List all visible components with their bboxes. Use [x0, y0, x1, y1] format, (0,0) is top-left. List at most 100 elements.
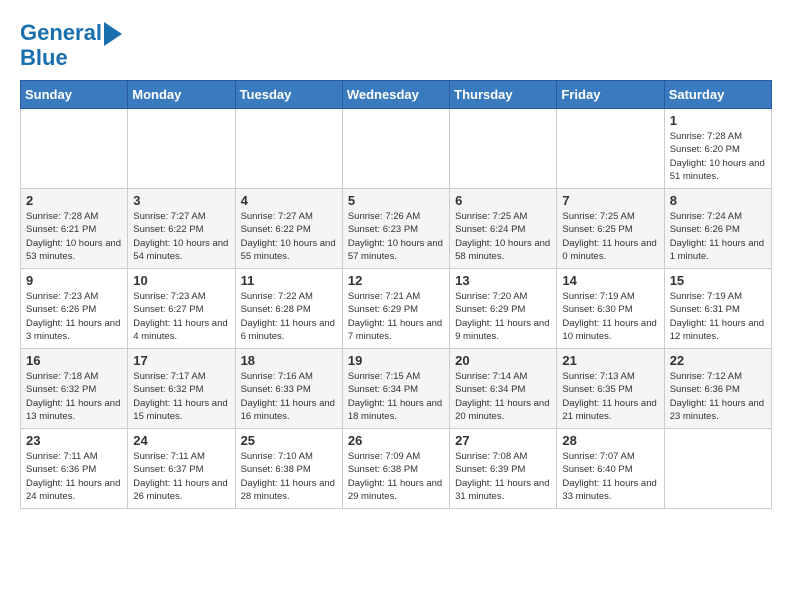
day-number: 10: [133, 273, 229, 288]
calendar-cell: 24 Sunrise: 7:11 AM Sunset: 6:37 PM Dayli…: [128, 429, 235, 509]
calendar-cell: 4 Sunrise: 7:27 AM Sunset: 6:22 PM Daylig…: [235, 189, 342, 269]
logo-text-blue: Blue: [20, 46, 68, 70]
cell-info: Sunrise: 7:27 AM Sunset: 6:22 PM Dayligh…: [241, 210, 337, 263]
calendar-cell: 12 Sunrise: 7:21 AM Sunset: 6:29 PM Dayli…: [342, 269, 449, 349]
calendar-week-row: 2 Sunrise: 7:28 AM Sunset: 6:21 PM Daylig…: [21, 189, 772, 269]
cell-info: Sunrise: 7:26 AM Sunset: 6:23 PM Dayligh…: [348, 210, 444, 263]
cell-info: Sunrise: 7:19 AM Sunset: 6:31 PM Dayligh…: [670, 290, 766, 343]
col-header-thursday: Thursday: [450, 81, 557, 109]
calendar-cell: 26 Sunrise: 7:09 AM Sunset: 6:38 PM Dayli…: [342, 429, 449, 509]
day-number: 18: [241, 353, 337, 368]
calendar-cell: 11 Sunrise: 7:22 AM Sunset: 6:28 PM Dayli…: [235, 269, 342, 349]
calendar-cell: [235, 109, 342, 189]
calendar-week-row: 9 Sunrise: 7:23 AM Sunset: 6:26 PM Daylig…: [21, 269, 772, 349]
calendar-cell: 28 Sunrise: 7:07 AM Sunset: 6:40 PM Dayli…: [557, 429, 664, 509]
day-number: 2: [26, 193, 122, 208]
calendar-cell: 23 Sunrise: 7:11 AM Sunset: 6:36 PM Dayli…: [21, 429, 128, 509]
calendar-week-row: 1 Sunrise: 7:28 AM Sunset: 6:20 PM Daylig…: [21, 109, 772, 189]
day-number: 15: [670, 273, 766, 288]
calendar-cell: 18 Sunrise: 7:16 AM Sunset: 6:33 PM Dayli…: [235, 349, 342, 429]
cell-info: Sunrise: 7:11 AM Sunset: 6:36 PM Dayligh…: [26, 450, 122, 503]
calendar-cell: 16 Sunrise: 7:18 AM Sunset: 6:32 PM Dayli…: [21, 349, 128, 429]
calendar-cell: 15 Sunrise: 7:19 AM Sunset: 6:31 PM Dayli…: [664, 269, 771, 349]
day-number: 6: [455, 193, 551, 208]
calendar-week-row: 23 Sunrise: 7:11 AM Sunset: 6:36 PM Dayli…: [21, 429, 772, 509]
calendar-cell: [21, 109, 128, 189]
day-number: 23: [26, 433, 122, 448]
cell-info: Sunrise: 7:19 AM Sunset: 6:30 PM Dayligh…: [562, 290, 658, 343]
calendar-cell: 19 Sunrise: 7:15 AM Sunset: 6:34 PM Dayli…: [342, 349, 449, 429]
day-number: 13: [455, 273, 551, 288]
calendar-cell: 3 Sunrise: 7:27 AM Sunset: 6:22 PM Daylig…: [128, 189, 235, 269]
cell-info: Sunrise: 7:09 AM Sunset: 6:38 PM Dayligh…: [348, 450, 444, 503]
cell-info: Sunrise: 7:27 AM Sunset: 6:22 PM Dayligh…: [133, 210, 229, 263]
day-number: 3: [133, 193, 229, 208]
calendar-header-row: SundayMondayTuesdayWednesdayThursdayFrid…: [21, 81, 772, 109]
cell-info: Sunrise: 7:14 AM Sunset: 6:34 PM Dayligh…: [455, 370, 551, 423]
calendar-cell: [664, 429, 771, 509]
col-header-monday: Monday: [128, 81, 235, 109]
day-number: 11: [241, 273, 337, 288]
day-number: 21: [562, 353, 658, 368]
day-number: 22: [670, 353, 766, 368]
day-number: 8: [670, 193, 766, 208]
day-number: 9: [26, 273, 122, 288]
logo: General Blue: [20, 20, 122, 70]
day-number: 12: [348, 273, 444, 288]
cell-info: Sunrise: 7:25 AM Sunset: 6:25 PM Dayligh…: [562, 210, 658, 263]
cell-info: Sunrise: 7:16 AM Sunset: 6:33 PM Dayligh…: [241, 370, 337, 423]
logo-arrow-icon: [104, 22, 122, 46]
cell-info: Sunrise: 7:24 AM Sunset: 6:26 PM Dayligh…: [670, 210, 766, 263]
cell-info: Sunrise: 7:10 AM Sunset: 6:38 PM Dayligh…: [241, 450, 337, 503]
calendar-week-row: 16 Sunrise: 7:18 AM Sunset: 6:32 PM Dayli…: [21, 349, 772, 429]
col-header-friday: Friday: [557, 81, 664, 109]
calendar-cell: [128, 109, 235, 189]
cell-info: Sunrise: 7:25 AM Sunset: 6:24 PM Dayligh…: [455, 210, 551, 263]
cell-info: Sunrise: 7:12 AM Sunset: 6:36 PM Dayligh…: [670, 370, 766, 423]
cell-info: Sunrise: 7:22 AM Sunset: 6:28 PM Dayligh…: [241, 290, 337, 343]
col-header-sunday: Sunday: [21, 81, 128, 109]
day-number: 1: [670, 113, 766, 128]
calendar-cell: 1 Sunrise: 7:28 AM Sunset: 6:20 PM Daylig…: [664, 109, 771, 189]
day-number: 5: [348, 193, 444, 208]
day-number: 17: [133, 353, 229, 368]
day-number: 19: [348, 353, 444, 368]
calendar-cell: 25 Sunrise: 7:10 AM Sunset: 6:38 PM Dayli…: [235, 429, 342, 509]
day-number: 14: [562, 273, 658, 288]
day-number: 7: [562, 193, 658, 208]
calendar-table: SundayMondayTuesdayWednesdayThursdayFrid…: [20, 80, 772, 509]
cell-info: Sunrise: 7:18 AM Sunset: 6:32 PM Dayligh…: [26, 370, 122, 423]
calendar-cell: 6 Sunrise: 7:25 AM Sunset: 6:24 PM Daylig…: [450, 189, 557, 269]
cell-info: Sunrise: 7:21 AM Sunset: 6:29 PM Dayligh…: [348, 290, 444, 343]
day-number: 24: [133, 433, 229, 448]
day-number: 28: [562, 433, 658, 448]
calendar-cell: [342, 109, 449, 189]
cell-info: Sunrise: 7:28 AM Sunset: 6:20 PM Dayligh…: [670, 130, 766, 183]
day-number: 27: [455, 433, 551, 448]
day-number: 4: [241, 193, 337, 208]
day-number: 25: [241, 433, 337, 448]
cell-info: Sunrise: 7:28 AM Sunset: 6:21 PM Dayligh…: [26, 210, 122, 263]
calendar-cell: 22 Sunrise: 7:12 AM Sunset: 6:36 PM Dayli…: [664, 349, 771, 429]
day-number: 20: [455, 353, 551, 368]
calendar-cell: 13Sunrise: 7:20 AM Sunset: 6:29 PM Dayli…: [450, 269, 557, 349]
cell-info: Sunrise: 7:07 AM Sunset: 6:40 PM Dayligh…: [562, 450, 658, 503]
calendar-cell: 2 Sunrise: 7:28 AM Sunset: 6:21 PM Daylig…: [21, 189, 128, 269]
day-number: 26: [348, 433, 444, 448]
page-header: General Blue: [20, 20, 772, 70]
cell-info: Sunrise: 7:15 AM Sunset: 6:34 PM Dayligh…: [348, 370, 444, 423]
calendar-cell: 5 Sunrise: 7:26 AM Sunset: 6:23 PM Daylig…: [342, 189, 449, 269]
calendar-cell: 10Sunrise: 7:23 AM Sunset: 6:27 PM Dayli…: [128, 269, 235, 349]
col-header-wednesday: Wednesday: [342, 81, 449, 109]
cell-info: Sunrise: 7:11 AM Sunset: 6:37 PM Dayligh…: [133, 450, 229, 503]
logo-text-general: General: [20, 21, 102, 45]
day-number: 16: [26, 353, 122, 368]
calendar-cell: 7 Sunrise: 7:25 AM Sunset: 6:25 PM Daylig…: [557, 189, 664, 269]
cell-info: Sunrise: 7:23 AM Sunset: 6:26 PM Dayligh…: [26, 290, 122, 343]
calendar-cell: 14 Sunrise: 7:19 AM Sunset: 6:30 PM Dayli…: [557, 269, 664, 349]
calendar-cell: [450, 109, 557, 189]
cell-info: Sunrise: 7:13 AM Sunset: 6:35 PM Dayligh…: [562, 370, 658, 423]
col-header-tuesday: Tuesday: [235, 81, 342, 109]
calendar-cell: [557, 109, 664, 189]
calendar-cell: 17Sunrise: 7:17 AM Sunset: 6:32 PM Dayli…: [128, 349, 235, 429]
